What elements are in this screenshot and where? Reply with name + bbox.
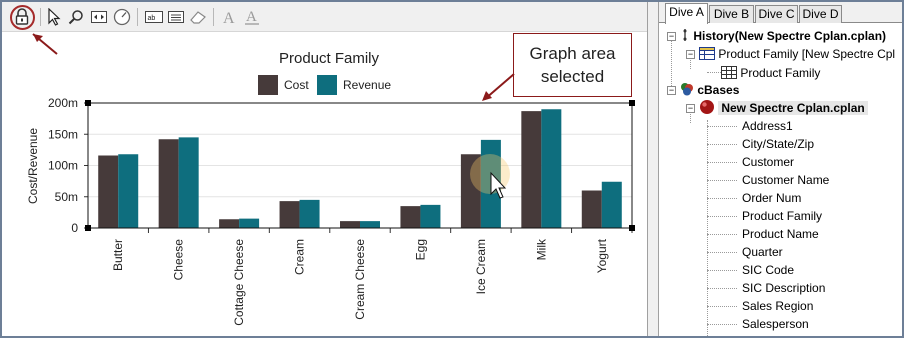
cplan-icon <box>700 100 714 114</box>
cbases-label: cBases <box>697 83 740 97</box>
tree-connector <box>707 126 737 127</box>
tree-node-column[interactable]: SIC Description <box>742 279 825 297</box>
tree-node-column[interactable]: Order Num <box>742 189 801 207</box>
tree-node-cbases[interactable]: cBases <box>680 81 739 99</box>
tree-node-column[interactable]: Sales Region <box>742 297 813 315</box>
graph-pane: ab A A Product Family Cost Revenue 0 50m 10… <box>2 2 647 336</box>
tree-node-column[interactable]: Product Name <box>742 225 819 243</box>
tree-connector <box>707 306 737 307</box>
tree-connector <box>707 234 737 235</box>
product-family-label: Product Family <box>740 66 821 80</box>
collapse-toggle[interactable]: − <box>686 50 695 59</box>
tree-node-history[interactable]: History(New Spectre Cplan.cplan) <box>680 27 886 45</box>
tree-node-column[interactable]: Customer Name <box>742 171 829 189</box>
tree-node-column[interactable]: SIC Code <box>742 261 794 279</box>
tree-node-product-family-dive[interactable]: Product Family [New Spectre Cpl <box>699 45 895 63</box>
dive-tabs: Dive A Dive B Dive C Dive D <box>659 2 902 24</box>
tree-connector <box>707 198 737 199</box>
history-label: History(New Spectre Cplan.cplan) <box>693 29 887 43</box>
dive-tree: − History(New Spectre Cplan.cplan) − Pro… <box>659 24 902 336</box>
tab-dive-d[interactable]: Dive D <box>799 5 842 23</box>
tree-node-column[interactable]: City/State/Zip <box>742 135 814 153</box>
pane-splitter[interactable] <box>647 2 659 336</box>
tree-connector <box>707 288 737 289</box>
tree-connector <box>707 270 737 271</box>
tree-connector <box>707 72 721 73</box>
tree-node-column[interactable]: Salesperson <box>742 315 809 333</box>
collapse-toggle[interactable]: − <box>667 32 676 41</box>
tree-node-column[interactable]: Quarter <box>742 243 783 261</box>
tree-connector <box>707 252 737 253</box>
tree-connector <box>707 180 737 181</box>
cplan-label: New Spectre Cplan.cplan <box>718 101 868 115</box>
collapse-toggle[interactable]: − <box>667 86 676 95</box>
tree-connector <box>707 162 737 163</box>
tree-node-column[interactable]: Customer <box>742 153 794 171</box>
collapse-toggle[interactable]: − <box>686 104 695 113</box>
dive-panel: Dive A Dive B Dive C Dive D − History(Ne… <box>659 2 902 336</box>
product-family-dive-label: Product Family [New Spectre Cpl <box>718 47 896 61</box>
annotation-overlay <box>32 33 515 199</box>
table-icon <box>699 47 715 60</box>
tree-connector <box>671 36 672 90</box>
tree-node-column[interactable]: Address1 <box>742 117 793 135</box>
tab-dive-b[interactable]: Dive B <box>709 5 754 23</box>
table-grid-icon <box>721 66 737 79</box>
tree-node-product-family[interactable]: Product Family <box>721 64 820 82</box>
tree-connector <box>707 324 737 325</box>
tab-dive-c[interactable]: Dive C <box>755 5 798 23</box>
graph-pointer-arrowhead <box>482 91 492 101</box>
history-icon <box>683 29 687 41</box>
cbases-icon <box>681 83 693 96</box>
tree-connector <box>707 144 737 145</box>
tree-node-cplan[interactable]: New Spectre Cplan.cplan <box>699 99 868 117</box>
app-window: ab A A Product Family Cost Revenue 0 50m 10… <box>0 0 904 338</box>
tree-connector <box>707 216 737 217</box>
tree-node-column[interactable]: Product Family <box>742 207 822 225</box>
tab-dive-a[interactable]: Dive A <box>665 3 708 24</box>
